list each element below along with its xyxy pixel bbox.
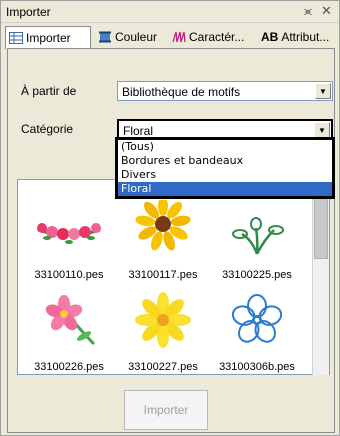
spool-icon bbox=[99, 31, 111, 43]
tab-bar: Importer Couleur Caractér... AB Attribut… bbox=[1, 24, 339, 49]
file-name: 33100226.pes bbox=[34, 361, 104, 373]
import-button[interactable]: Importer bbox=[124, 390, 208, 430]
dropdown-option-selected[interactable]: Floral bbox=[118, 182, 332, 196]
tab-importer[interactable]: Importer bbox=[5, 26, 91, 49]
branch-flower-icon bbox=[232, 217, 284, 255]
file-name: 33100110.pes bbox=[34, 269, 104, 281]
blue-outline-flower-icon bbox=[231, 294, 283, 343]
gallery-item[interactable]: 33100117.pes bbox=[118, 196, 208, 281]
text-ab-icon: AB bbox=[261, 30, 279, 44]
source-value: Bibliothèque de motifs bbox=[122, 85, 241, 99]
gallery-item[interactable]: 33100225.pes bbox=[212, 200, 302, 281]
tab-caracteristiques[interactable]: Caractér... bbox=[169, 26, 257, 48]
category-label: Catégorie bbox=[21, 122, 74, 136]
gallery-item[interactable]: 33100110.pes bbox=[24, 200, 114, 281]
gallery-item[interactable]: 33100306b.pes bbox=[212, 292, 302, 373]
file-name: 33100227.pes bbox=[128, 361, 198, 373]
tab-couleur[interactable]: Couleur bbox=[95, 26, 165, 48]
category-dropdown-list: (Tous) Bordures et bandeaux Divers Flora… bbox=[115, 137, 335, 199]
tab-importer-label: Importer bbox=[26, 31, 71, 45]
close-icon[interactable]: ✕ bbox=[321, 3, 332, 19]
category-value: Floral bbox=[123, 124, 154, 138]
tab-couleur-label: Couleur bbox=[115, 30, 158, 44]
chevron-down-icon[interactable]: ▼ bbox=[315, 83, 331, 99]
file-name: 33100306b.pes bbox=[219, 361, 295, 373]
file-name: 33100225.pes bbox=[222, 269, 292, 281]
dropdown-option[interactable]: (Tous) bbox=[118, 140, 332, 154]
importer-window: Importer ⪤ ✕ Importer Couleur Caractér..… bbox=[0, 0, 340, 436]
source-combobox[interactable]: Bibliothèque de motifs ▼ bbox=[117, 81, 333, 101]
yellow-daisy-icon bbox=[135, 292, 191, 348]
source-label: À partir de bbox=[21, 84, 77, 98]
file-name: 33100117.pes bbox=[128, 269, 198, 281]
title-bar: Importer ⪤ ✕ bbox=[1, 1, 339, 23]
tab-caracteristiques-label: Caractér... bbox=[189, 30, 245, 44]
stitch-pattern-icon bbox=[172, 31, 186, 43]
window-title: Importer bbox=[6, 5, 51, 19]
dropdown-option[interactable]: Bordures et bandeaux bbox=[118, 154, 332, 168]
pink-flower-icon bbox=[45, 295, 96, 346]
dropdown-option[interactable]: Divers bbox=[118, 168, 332, 182]
motif-gallery: 33100110.pes 33100117.pes 33100225.pes 3… bbox=[17, 179, 330, 375]
gallery-item[interactable]: 33100226.pes bbox=[24, 292, 114, 373]
tab-attributs[interactable]: AB Attribut... bbox=[259, 26, 339, 48]
gallery-scrollbar[interactable] bbox=[312, 179, 329, 375]
category-combobox[interactable]: Floral ▼ bbox=[117, 119, 333, 139]
sunflower-icon bbox=[135, 196, 191, 251]
chevron-down-icon[interactable]: ▼ bbox=[314, 122, 330, 138]
grid-icon bbox=[9, 32, 23, 44]
tab-attributs-label: Attribut... bbox=[281, 30, 330, 44]
pin-icon[interactable]: ⪤ bbox=[304, 4, 312, 19]
scrollbar-thumb[interactable] bbox=[314, 195, 328, 259]
flower-garland-icon bbox=[37, 223, 101, 244]
gallery-item[interactable]: 33100227.pes bbox=[118, 292, 208, 373]
